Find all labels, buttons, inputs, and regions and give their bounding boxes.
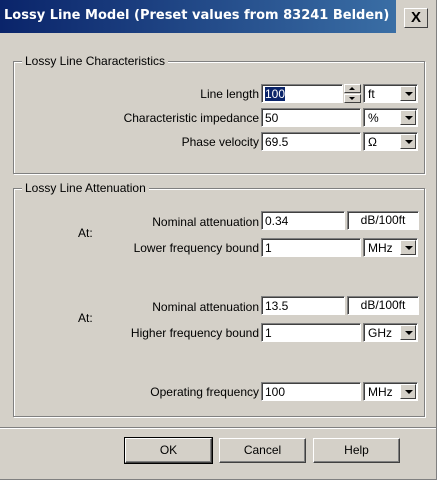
operating-freq-value: 100	[265, 385, 286, 399]
chevron-down-icon[interactable]	[400, 134, 416, 149]
line-length-value: 100	[265, 87, 286, 101]
ok-button[interactable]: OK	[124, 437, 213, 464]
line-length-label: Line length	[200, 87, 259, 101]
phase-velocity-input[interactable]: 69.5	[261, 132, 361, 151]
cancel-button[interactable]: Cancel	[219, 438, 306, 463]
lower-freq-unit: MHz	[368, 241, 393, 255]
line-length-input[interactable]: 100	[261, 84, 343, 103]
higher-freq-unit: GHz	[368, 326, 392, 340]
phase-velocity-unit-select[interactable]: Ω	[363, 132, 418, 151]
higher-nominal-input[interactable]: 13.5	[261, 296, 345, 315]
phase-velocity-value: 69.5	[265, 135, 289, 149]
characteristics-group: Lossy Line Characteristics Line length 1…	[13, 54, 425, 174]
operating-freq-label: Operating frequency	[150, 385, 259, 399]
ok-button-label: OK	[159, 443, 178, 457]
lower-freq-input[interactable]: 1	[261, 238, 361, 257]
operating-freq-unit-select[interactable]: MHz	[363, 382, 418, 401]
attenuation-group-label: Lossy Line Attenuation	[22, 181, 149, 195]
higher-at-label: At:	[78, 311, 93, 325]
impedance-unit: %	[368, 111, 379, 125]
spin-up-icon[interactable]	[344, 84, 361, 93]
chevron-down-icon[interactable]	[400, 86, 416, 101]
help-button[interactable]: Help	[313, 438, 400, 463]
higher-nominal-unit: dB/100ft	[347, 296, 419, 315]
impedance-label: Characteristic impedance	[123, 111, 259, 125]
higher-freq-unit-select[interactable]: GHz	[363, 323, 418, 342]
chevron-down-icon[interactable]	[400, 325, 416, 340]
lossy-line-dialog: Lossy Line Model (Preset values from 832…	[0, 0, 437, 480]
chevron-down-icon[interactable]	[400, 384, 416, 399]
higher-nominal-label: Nominal attenuation	[152, 300, 259, 314]
close-icon: X	[410, 9, 421, 26]
spin-down-icon[interactable]	[344, 94, 361, 103]
lower-nominal-value: 0.34	[265, 214, 289, 228]
characteristics-group-label: Lossy Line Characteristics	[22, 54, 169, 68]
help-button-label: Help	[344, 443, 369, 457]
lower-freq-value: 1	[265, 241, 272, 255]
line-length-spinner[interactable]	[344, 84, 361, 103]
phase-velocity-unit: Ω	[368, 135, 377, 149]
impedance-value: 50	[265, 111, 279, 125]
impedance-unit-select[interactable]: %	[363, 108, 418, 127]
lower-nominal-unit: dB/100ft	[347, 211, 419, 230]
higher-freq-label: Higher frequency bound	[130, 326, 259, 340]
phase-velocity-label: Phase velocity	[181, 135, 259, 149]
title-bar-gradient: Lossy Line Model (Preset values from 832…	[0, 0, 396, 33]
operating-freq-input[interactable]: 100	[261, 382, 361, 401]
close-button[interactable]: X	[404, 8, 428, 28]
higher-freq-input[interactable]: 1	[261, 323, 361, 342]
lower-freq-label: Lower frequency bound	[133, 241, 259, 255]
line-length-unit: ft	[368, 87, 375, 101]
operating-freq-unit: MHz	[368, 385, 393, 399]
higher-freq-value: 1	[265, 326, 272, 340]
lower-freq-unit-select[interactable]: MHz	[363, 238, 418, 257]
attenuation-group: Lossy Line Attenuation Nominal attenuati…	[13, 181, 425, 417]
chevron-down-icon[interactable]	[400, 240, 416, 255]
button-separator	[0, 427, 436, 429]
line-length-unit-select[interactable]: ft	[363, 84, 418, 103]
cancel-button-label: Cancel	[243, 443, 282, 457]
lower-nominal-input[interactable]: 0.34	[261, 211, 345, 230]
impedance-input[interactable]: 50	[261, 108, 361, 127]
chevron-down-icon[interactable]	[400, 110, 416, 125]
lower-at-label: At:	[78, 226, 93, 240]
title-bar[interactable]: Lossy Line Model (Preset values from 832…	[0, 0, 436, 33]
lower-nominal-label: Nominal attenuation	[152, 215, 259, 229]
higher-nominal-value: 13.5	[265, 299, 289, 313]
window-title: Lossy Line Model (Preset values from 832…	[4, 8, 390, 23]
